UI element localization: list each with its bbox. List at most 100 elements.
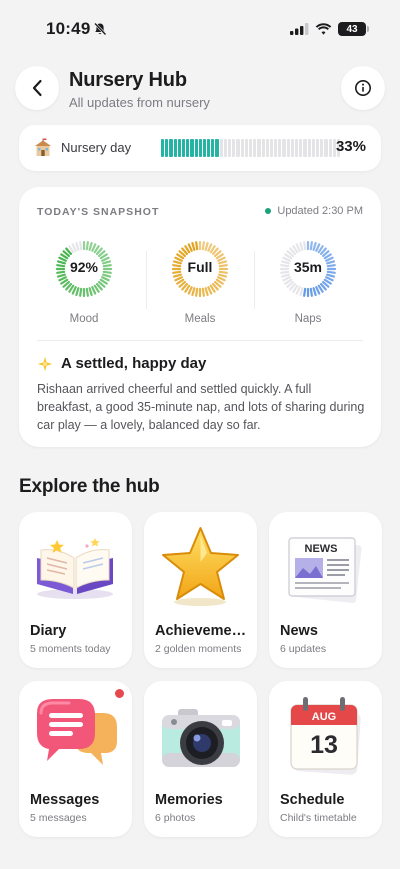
progress-segment (202, 139, 207, 157)
live-status-dot (265, 208, 272, 214)
progress-segment (169, 139, 173, 157)
gauge-tick (201, 287, 205, 297)
cellular-signal-icon (290, 23, 309, 35)
gauge-tick (79, 241, 83, 251)
tile-news-name: News (280, 623, 318, 639)
progress-segment (240, 139, 244, 157)
tile-diary-name: Diary (30, 623, 67, 639)
snapshot-headline: A settled, happy day (37, 355, 206, 372)
gauge-tick (204, 287, 209, 297)
progress-segment (190, 139, 194, 157)
progress-segment (303, 139, 307, 157)
gauge-tick (282, 276, 291, 282)
meals-gauge[interactable]: Full Meals (170, 239, 230, 325)
sparkle-icon (37, 356, 53, 371)
snapshot-summary: Rishaan arrived cheerful and settled qui… (37, 382, 365, 432)
newspaper-masthead: NEWS (305, 543, 338, 555)
unread-badge (115, 689, 124, 698)
naps-gauge[interactable]: 35m Naps (278, 239, 338, 325)
gauge-tick (187, 243, 193, 252)
info-button[interactable] (341, 66, 385, 110)
progress-segment (236, 139, 240, 157)
gauge-tick (191, 287, 196, 297)
gauge-tick (207, 243, 213, 252)
progress-segment (186, 139, 190, 157)
mood-gauge[interactable]: 92% Mood (54, 239, 114, 325)
progress-segment (244, 139, 248, 157)
battery-level: 43 (346, 23, 358, 35)
gauge-tick (303, 241, 307, 251)
progress-segment (299, 139, 303, 157)
progress-segment (177, 139, 181, 157)
tile-messages-sub: 5 messages (30, 812, 87, 824)
meals-label: Meals (184, 313, 216, 325)
calendar-month: AUG (312, 711, 336, 723)
gauge-tick (201, 241, 205, 251)
tile-schedule-name: Schedule (280, 792, 345, 808)
chevron-left-icon (32, 79, 42, 97)
progress-bar (161, 139, 341, 157)
gauge-tick (91, 286, 97, 295)
progress-segment (282, 139, 286, 157)
tile-memories[interactable]: Memories 6 photos (144, 681, 257, 837)
tile-achievements[interactable]: Achievements 2 golden moments (144, 512, 257, 668)
gauge-tick (309, 241, 313, 251)
progress-segment (286, 139, 290, 157)
mood-label: Mood (69, 313, 99, 325)
back-button[interactable] (15, 66, 59, 110)
snapshot-title: TODAY'S SNAPSHOT (37, 206, 160, 218)
tile-news[interactable]: NEWS News 6 updates (269, 512, 382, 668)
nursery-day-progress: Nursery day 33% (19, 125, 381, 171)
tile-memories-sub: 6 photos (155, 812, 196, 824)
tile-schedule-sub: Child's timetable (280, 812, 357, 824)
tile-messages-name: Messages (30, 792, 100, 808)
open-book-icon (37, 538, 113, 599)
gauge-tick (312, 287, 317, 297)
mood-value: 92% (69, 259, 99, 275)
progress-segment (324, 139, 328, 157)
snapshot-updated: Updated 2:30 PM (265, 205, 363, 217)
progress-segment (223, 139, 227, 157)
gauge-tick (71, 286, 77, 295)
gold-star-icon (162, 527, 239, 606)
camera-icon (162, 709, 240, 767)
naps-value: 35m (293, 259, 323, 275)
status-time: 10:49 (46, 19, 91, 38)
tile-achievements-name: Achievements (155, 623, 250, 639)
gauge-tick (207, 286, 213, 295)
progress-percent: 33% (335, 138, 366, 155)
progress-segment (261, 139, 265, 157)
chat-bubbles-icon (37, 699, 117, 765)
nursery-building-icon (35, 138, 51, 156)
progress-segment (165, 139, 169, 157)
gauge-tick (325, 276, 334, 282)
headline-text: A settled, happy day (61, 355, 207, 372)
gauge-tick (58, 276, 67, 282)
tile-diary-sub: 5 moments today (30, 643, 111, 655)
tile-achievements-sub: 2 golden moments (155, 643, 242, 655)
progress-segment (253, 139, 257, 157)
gauge-tick (88, 241, 93, 251)
gauge-tick (79, 287, 83, 297)
progress-segment (311, 139, 315, 157)
progress-segment (207, 139, 211, 157)
naps-label: Naps (294, 313, 322, 325)
progress-segment (328, 139, 332, 157)
tile-messages[interactable]: Messages 5 messages (19, 681, 132, 837)
calendar-icon: AUG 13 (290, 697, 361, 775)
tile-news-sub: 6 updates (280, 643, 327, 655)
page-title: Nursery Hub (69, 69, 187, 91)
progress-segment (198, 139, 202, 157)
gauge-tick (88, 287, 93, 297)
progress-segment (248, 139, 253, 157)
info-icon (355, 80, 371, 96)
meals-value: Full (187, 259, 213, 275)
status-bar: 10:49 43 (0, 0, 400, 54)
gauge-tick (295, 286, 301, 295)
tile-schedule[interactable]: AUG 13 Schedule Child's timetable (269, 681, 382, 837)
gauge-tick (195, 241, 199, 251)
page-subtitle: All updates from nursery (69, 95, 210, 110)
tile-diary[interactable]: Diary 5 moments today (19, 512, 132, 668)
progress-segment (307, 139, 311, 157)
gauge-tick (71, 243, 77, 252)
